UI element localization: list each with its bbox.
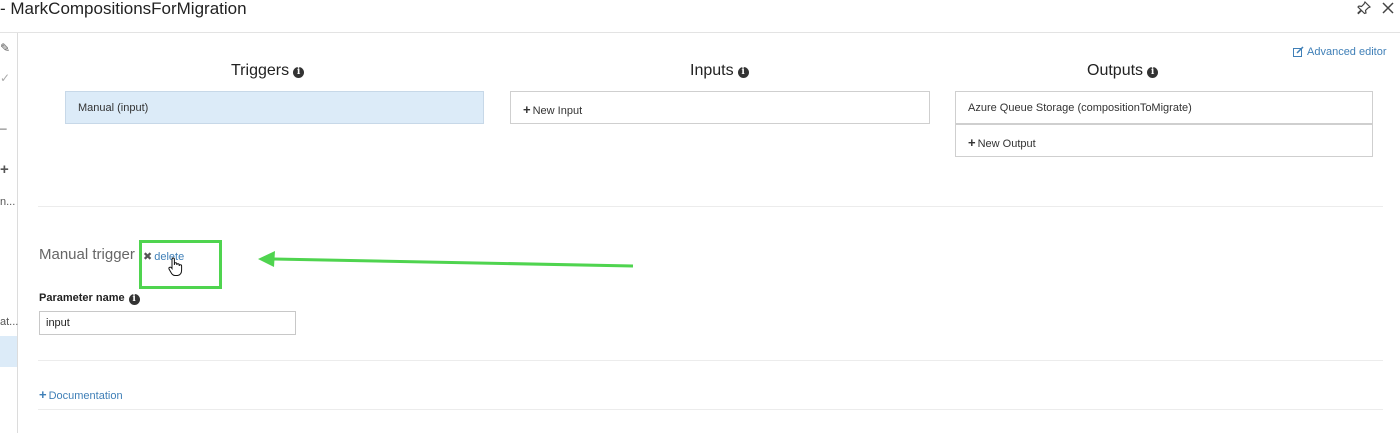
inputs-header: Inputs i — [690, 62, 749, 80]
edit-icon — [1293, 46, 1304, 57]
info-icon[interactable]: i — [128, 294, 140, 305]
blade-title: - MarkCompositionsForMigration — [0, 0, 247, 18]
left-sidebar: ✎ ✓ – + n... at... — [0, 33, 18, 433]
new-input-button[interactable]: + New Input — [510, 91, 930, 124]
sidebar-item-truncated[interactable]: n... — [0, 196, 15, 208]
plus-icon: + — [523, 102, 531, 117]
annotation-arrow — [250, 248, 640, 277]
new-output-button[interactable]: + New Output — [955, 124, 1373, 157]
sidebar-item-dash: – — [0, 121, 7, 135]
plus-icon: + — [39, 387, 47, 402]
advanced-editor-link[interactable]: Advanced editor — [1293, 46, 1387, 58]
sidebar-item-selected[interactable] — [0, 336, 17, 367]
parameter-name-label: Parameter name i — [39, 292, 140, 305]
hand-cursor-icon — [168, 257, 184, 282]
triggers-title: Triggers — [231, 62, 290, 79]
advanced-editor-label[interactable]: Advanced editor — [1307, 46, 1387, 58]
section-title: Manual trigger — [39, 246, 135, 263]
close-icon[interactable] — [1380, 0, 1396, 16]
documentation-link[interactable]: + Documentation — [39, 387, 123, 402]
outputs-header: Outputs i — [1087, 62, 1159, 80]
new-input-label: New Input — [532, 105, 583, 117]
parameter-name-text: Parameter name — [39, 292, 125, 304]
plus-icon: + — [968, 135, 976, 150]
pin-icon[interactable] — [1356, 0, 1372, 16]
divider — [38, 360, 1383, 361]
parameter-name-input[interactable] — [39, 311, 296, 335]
sidebar-item-truncated-2[interactable]: at... — [0, 316, 18, 328]
sidebar-item-add[interactable]: + — [0, 161, 9, 178]
documentation-label[interactable]: Documentation — [49, 390, 123, 402]
sidebar-item-check[interactable]: ✓ — [0, 71, 10, 85]
blade-header: - MarkCompositionsForMigration — [0, 0, 1400, 33]
sidebar-item-edit[interactable]: ✎ — [0, 41, 10, 55]
divider — [38, 206, 1383, 207]
divider — [38, 409, 1383, 410]
triggers-header: Triggers i — [231, 62, 305, 80]
info-icon[interactable]: i — [293, 67, 305, 78]
inputs-title: Inputs — [690, 62, 734, 79]
info-icon[interactable]: i — [737, 67, 749, 78]
trigger-item-label: Manual (input) — [78, 102, 149, 114]
info-icon[interactable]: i — [1147, 67, 1159, 78]
trigger-item-manual[interactable]: Manual (input) — [65, 91, 484, 124]
outputs-title: Outputs — [1087, 62, 1144, 79]
new-output-label: New Output — [977, 138, 1036, 150]
output-item-label: Azure Queue Storage (compositionToMigrat… — [968, 102, 1192, 114]
output-item-queue[interactable]: Azure Queue Storage (compositionToMigrat… — [955, 91, 1373, 124]
